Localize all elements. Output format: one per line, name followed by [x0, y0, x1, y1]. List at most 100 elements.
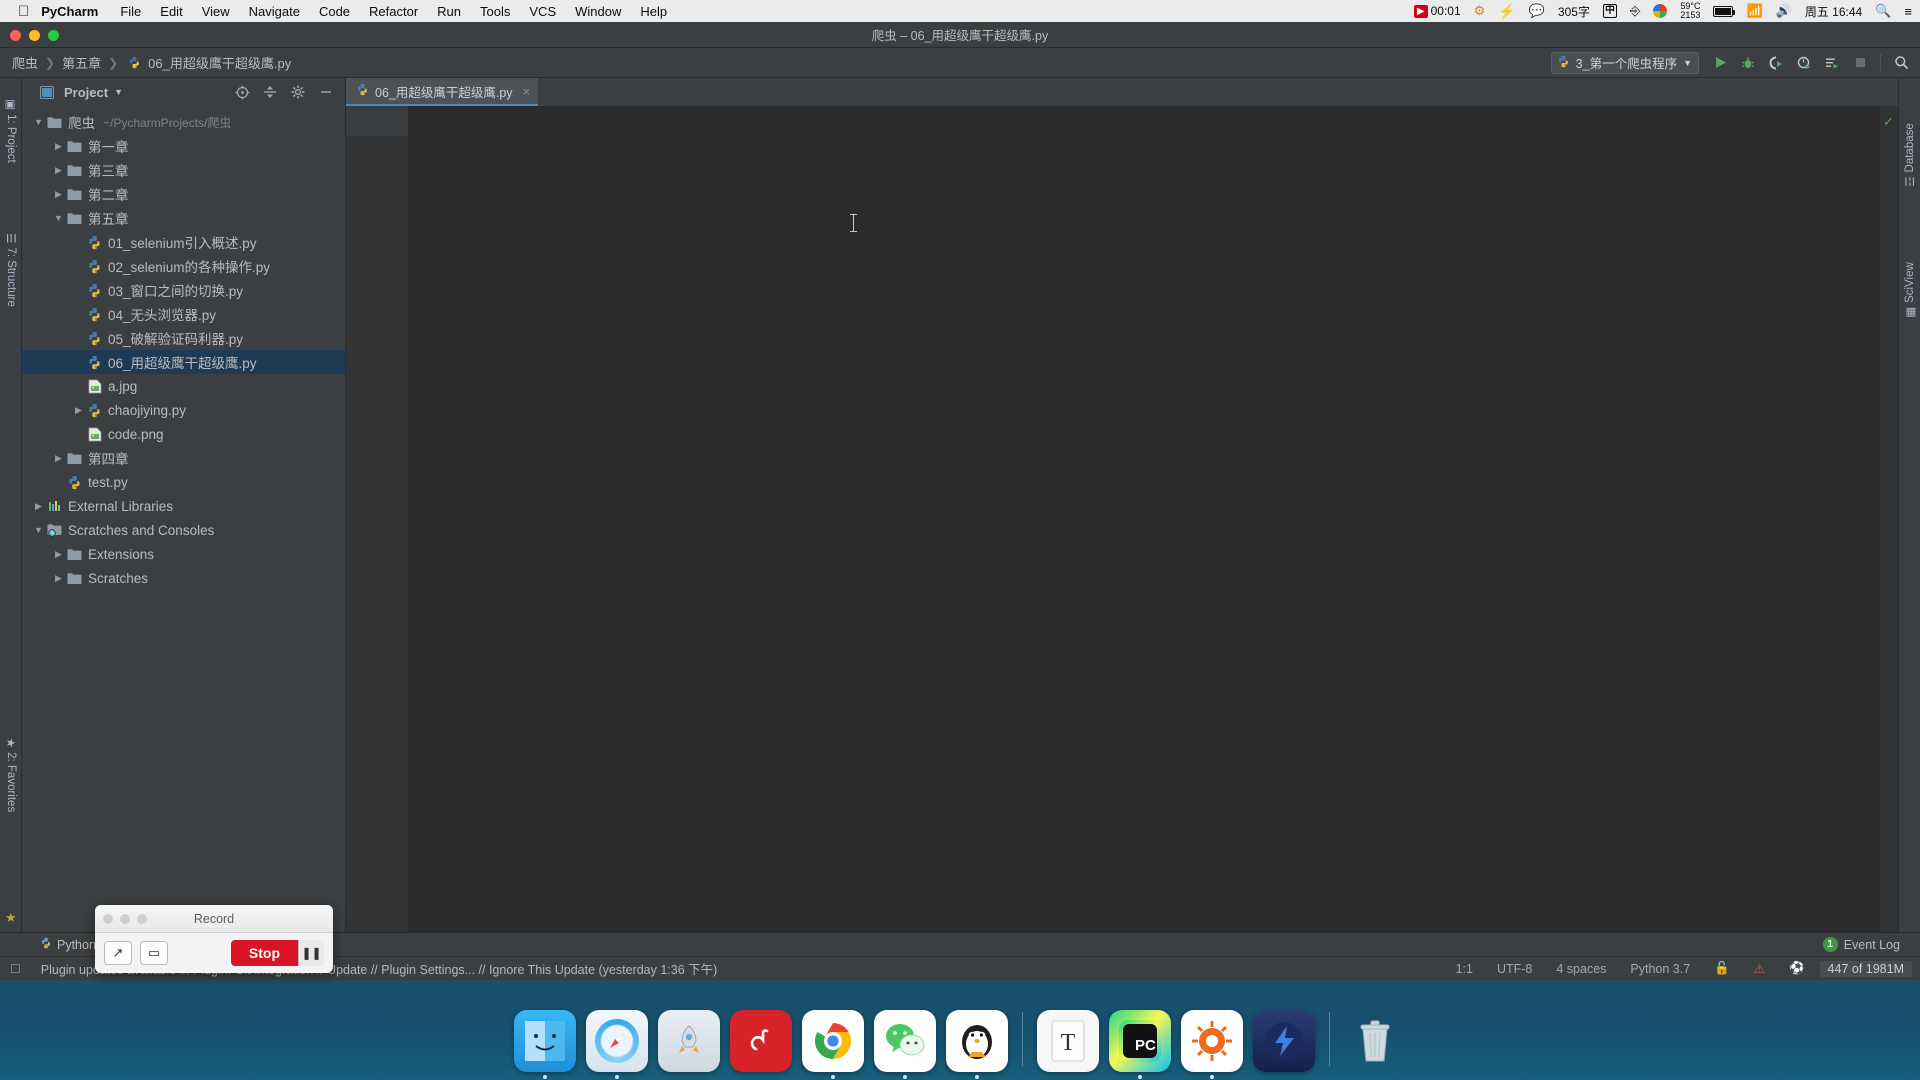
- pause-recording-button[interactable]: ❚❚: [298, 940, 324, 966]
- chevron-down-icon[interactable]: ▼: [1683, 58, 1692, 68]
- menu-pycharm[interactable]: PyCharm: [41, 4, 98, 19]
- region-select-icon[interactable]: ▭: [140, 941, 168, 965]
- dock-item-qq[interactable]: [946, 1010, 1008, 1079]
- sidebar-item-favorites[interactable]: ★ 2: Favorites: [4, 738, 18, 812]
- char-count-indicator[interactable]: 305字: [1558, 3, 1590, 20]
- tree-expand-arrow-icon[interactable]: ▶: [52, 141, 65, 152]
- settings-gear-icon[interactable]: ⚙: [1474, 3, 1486, 19]
- dock-item-textedit[interactable]: T: [1037, 1010, 1099, 1072]
- record-close-button[interactable]: [103, 914, 113, 924]
- dock-item-wechat[interactable]: [874, 1010, 936, 1079]
- project-file-tree[interactable]: ▼ 爬虫 ~/PycharmProjects/爬虫 ▶ 第一章 ▶ 第三章 ▶ 第二章 ▼ 第五章 0…: [22, 106, 345, 932]
- zoom-window-button[interactable]: [48, 30, 59, 41]
- record-minimize-button[interactable]: [120, 914, 130, 924]
- menu-help[interactable]: Help: [640, 4, 667, 19]
- dock-item-launchpad[interactable]: [658, 1010, 720, 1072]
- color-wheel-icon[interactable]: [1653, 4, 1668, 18]
- dock-item-thunder[interactable]: [1253, 1010, 1315, 1072]
- close-tab-icon[interactable]: ×: [523, 84, 531, 99]
- menu-window[interactable]: Window: [575, 4, 621, 19]
- stop-recording-button[interactable]: Stop: [230, 940, 298, 966]
- sidebar-item-project[interactable]: ▣ 1: Project: [4, 99, 18, 162]
- input-method-icon[interactable]: 中: [1602, 4, 1617, 18]
- tree-row[interactable]: 02_selenium的各种操作.py: [22, 254, 345, 278]
- menu-navigate[interactable]: Navigate: [249, 4, 300, 19]
- wechat-menu-icon[interactable]: 💬: [1529, 3, 1545, 19]
- editor-gutter[interactable]: [346, 106, 408, 932]
- spotlight-search-icon[interactable]: 🔍: [1875, 3, 1891, 19]
- dock-item-sogou[interactable]: [1181, 1010, 1243, 1079]
- menu-vcs[interactable]: VCS: [529, 4, 556, 19]
- debug-button[interactable]: [1735, 51, 1761, 75]
- status-indent[interactable]: 4 spaces: [1547, 962, 1615, 976]
- run-coverage-button[interactable]: [1763, 51, 1789, 75]
- editor-tab-active[interactable]: 06_用超级鹰干超级鹰.py ×: [346, 78, 539, 106]
- tree-row[interactable]: 05_破解验证码利器.py: [22, 326, 345, 350]
- favorites-star-icon[interactable]: ★: [5, 910, 17, 926]
- sidebar-item-sciview[interactable]: ▦ SciView: [1903, 262, 1917, 318]
- tree-expand-arrow-icon[interactable]: ▶: [52, 453, 65, 464]
- apple-menu-icon[interactable]: : [18, 4, 29, 19]
- dock-item-netease-music[interactable]: [730, 1010, 792, 1072]
- close-window-button[interactable]: [10, 30, 21, 41]
- notification-bell-icon[interactable]: ⚠: [1745, 961, 1774, 976]
- tree-row[interactable]: ▶ 第二章: [22, 182, 345, 206]
- hector-inspection-icon[interactable]: ⚽: [1780, 961, 1814, 976]
- tree-row[interactable]: code.png: [22, 422, 345, 446]
- control-center-icon[interactable]: ≡: [1904, 4, 1912, 19]
- menu-run[interactable]: Run: [437, 4, 461, 19]
- tree-expand-arrow-icon[interactable]: ▶: [52, 189, 65, 200]
- tree-collapse-arrow-icon[interactable]: ▼: [32, 117, 45, 127]
- tree-collapse-arrow-icon[interactable]: ▼: [52, 213, 65, 223]
- hide-panel-icon[interactable]: [315, 81, 337, 103]
- collapse-all-icon[interactable]: [259, 81, 281, 103]
- status-interpreter[interactable]: Python 3.7: [1621, 962, 1699, 976]
- arrow-select-icon[interactable]: ↗: [104, 941, 132, 965]
- menu-view[interactable]: View: [202, 4, 230, 19]
- minimize-window-button[interactable]: [29, 30, 40, 41]
- project-scope-chevron-icon[interactable]: ▼: [114, 87, 123, 97]
- wifi-icon[interactable]: 📶: [1746, 3, 1762, 19]
- dock-item-chrome[interactable]: [802, 1010, 864, 1079]
- lock-icon[interactable]: 🔓: [1705, 961, 1739, 976]
- battery-icon[interactable]: [1713, 5, 1736, 17]
- tree-row[interactable]: ▶ chaojiying.py: [22, 398, 345, 422]
- tree-collapse-arrow-icon[interactable]: ▼: [32, 525, 45, 535]
- profile-button[interactable]: [1791, 51, 1817, 75]
- code-editor[interactable]: [408, 106, 1880, 932]
- tree-expand-arrow-icon[interactable]: ▶: [32, 501, 45, 512]
- inspection-ok-icon[interactable]: ✓: [1883, 114, 1894, 130]
- dock-item-safari[interactable]: [586, 1010, 648, 1079]
- dock-item-pycharm[interactable]: PC: [1109, 1010, 1171, 1079]
- status-caret-position[interactable]: 1:1: [1447, 962, 1482, 976]
- tree-expand-arrow-icon[interactable]: ▶: [52, 165, 65, 176]
- menu-edit[interactable]: Edit: [160, 4, 182, 19]
- menu-code[interactable]: Code: [319, 4, 350, 19]
- tree-expand-arrow-icon[interactable]: ▶: [52, 573, 65, 584]
- menu-file[interactable]: File: [120, 4, 141, 19]
- sidebar-item-structure[interactable]: ☰ 7: Structure: [4, 233, 18, 307]
- run-with-console-button[interactable]: [1819, 51, 1845, 75]
- sidebar-item-database[interactable]: ☲ Database: [1903, 123, 1917, 187]
- dock-item-trash[interactable]: [1344, 1010, 1406, 1072]
- stop-button[interactable]: [1847, 51, 1873, 75]
- status-memory-gauge[interactable]: 447 of 1981M: [1819, 960, 1912, 977]
- tree-row[interactable]: ▶ Extensions: [22, 542, 345, 566]
- tree-row[interactable]: ▶ 第一章: [22, 134, 345, 158]
- tree-expand-arrow-icon[interactable]: ▶: [72, 405, 85, 416]
- screen-recorder-status[interactable]: ▶ 00:01: [1413, 4, 1461, 18]
- tree-row[interactable]: ▶ External Libraries: [22, 494, 345, 518]
- tree-row[interactable]: 06_用超级鹰干超级鹰.py: [22, 350, 345, 374]
- dock-item-finder[interactable]: [514, 1010, 576, 1079]
- tree-row[interactable]: ▼ 第五章: [22, 206, 345, 230]
- record-zoom-button[interactable]: [137, 914, 147, 924]
- tree-row[interactable]: ▶ Scratches: [22, 566, 345, 590]
- run-button[interactable]: [1707, 51, 1733, 75]
- breadcrumb-item-file[interactable]: 06_用超级鹰干超级鹰.py: [148, 53, 291, 72]
- tree-row[interactable]: test.py: [22, 470, 345, 494]
- breadcrumb-item-folder[interactable]: 第五章: [62, 53, 101, 72]
- clock-datetime[interactable]: 周五 16:44: [1805, 3, 1862, 20]
- search-everywhere-icon[interactable]: [1888, 51, 1914, 75]
- tree-row[interactable]: 03_窗口之间的切换.py: [22, 278, 345, 302]
- tree-row[interactable]: a.jpg: [22, 374, 345, 398]
